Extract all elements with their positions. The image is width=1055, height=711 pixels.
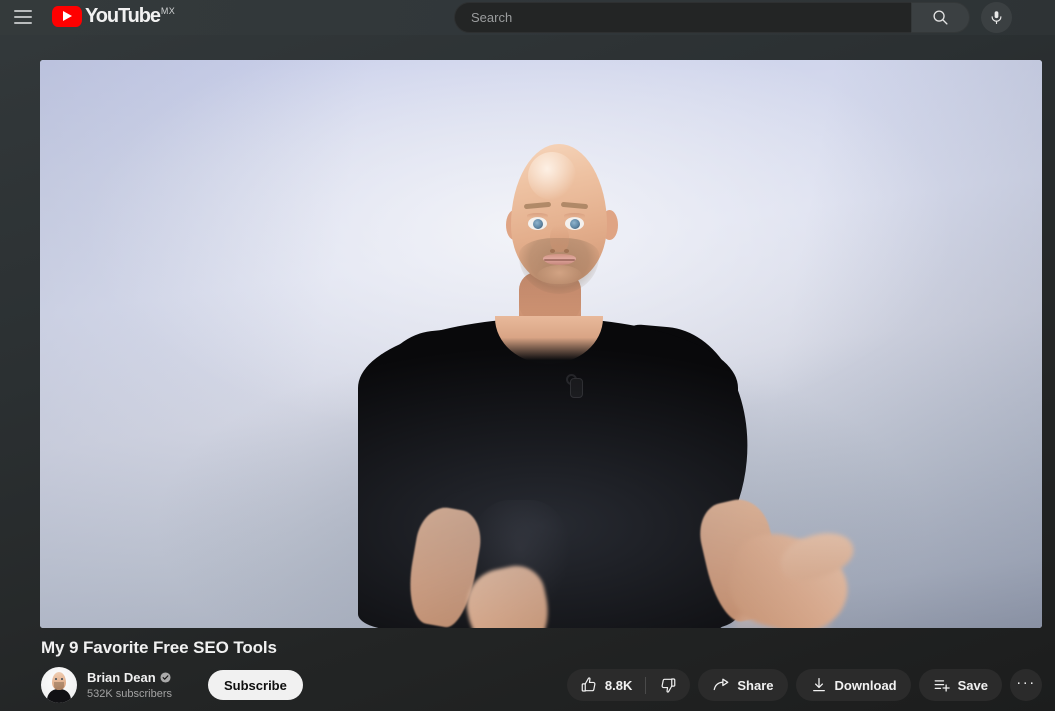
search-submit-button[interactable] xyxy=(911,2,970,33)
share-arrow-icon xyxy=(713,678,729,691)
youtube-logo[interactable]: YouTube MX xyxy=(52,5,175,27)
verified-badge-icon xyxy=(160,672,171,683)
hamburger-menu-icon[interactable] xyxy=(14,8,34,26)
save-label: Save xyxy=(957,677,988,693)
video-meta-row: Brian Dean 532K subscribers Subscribe 8.… xyxy=(41,666,1042,704)
youtube-watch-page: YouTube MX Search My 9 Favorite Free SEO… xyxy=(0,0,1055,711)
search-bar xyxy=(454,2,970,33)
youtube-wordmark: YouTube xyxy=(85,5,161,27)
microphone-icon xyxy=(991,11,1002,25)
video-title: My 9 Favorite Free SEO Tools xyxy=(41,638,277,657)
avatar-body xyxy=(47,689,71,703)
download-label: Download xyxy=(834,677,897,693)
like-button[interactable]: 8.8K xyxy=(567,669,645,701)
backdrop-vignette xyxy=(40,60,1042,628)
video-action-buttons: 8.8K Share Download Save ··· xyxy=(566,669,1042,701)
youtube-country-code: MX xyxy=(160,6,175,16)
search-input-container[interactable] xyxy=(454,2,911,33)
avatar-beard xyxy=(54,682,64,690)
more-actions-button[interactable]: ··· xyxy=(1010,669,1042,701)
save-button[interactable]: Save xyxy=(918,669,1002,701)
dislike-button[interactable] xyxy=(646,669,690,701)
hamburger-line xyxy=(14,16,32,18)
like-count: 8.8K xyxy=(604,677,633,693)
download-icon xyxy=(812,677,825,692)
like-dislike-group: 8.8K xyxy=(566,669,691,701)
masthead: YouTube MX xyxy=(0,0,1055,35)
share-label: Share xyxy=(737,677,774,693)
hamburger-line xyxy=(14,22,32,24)
thumbs-down-icon xyxy=(661,678,676,693)
download-button[interactable]: Download xyxy=(795,669,911,701)
channel-avatar[interactable] xyxy=(41,667,77,703)
subscriber-count: 532K subscribers xyxy=(87,687,172,700)
thumbs-up-icon xyxy=(581,677,596,692)
channel-text-block: Brian Dean 532K subscribers xyxy=(87,670,172,701)
youtube-play-logo-icon xyxy=(52,6,82,27)
channel-name-line: Brian Dean xyxy=(87,670,172,686)
search-icon xyxy=(933,10,948,25)
voice-search-button[interactable] xyxy=(981,2,1012,33)
video-player[interactable] xyxy=(40,60,1042,628)
channel-name[interactable]: Brian Dean xyxy=(87,670,156,686)
subscribe-button[interactable]: Subscribe xyxy=(208,670,303,700)
playlist-add-icon xyxy=(934,680,950,692)
channel-owner: Brian Dean 532K subscribers Subscribe xyxy=(41,667,303,703)
share-button[interactable]: Share xyxy=(698,669,788,701)
search-input[interactable] xyxy=(471,10,911,25)
hamburger-line xyxy=(14,10,32,12)
